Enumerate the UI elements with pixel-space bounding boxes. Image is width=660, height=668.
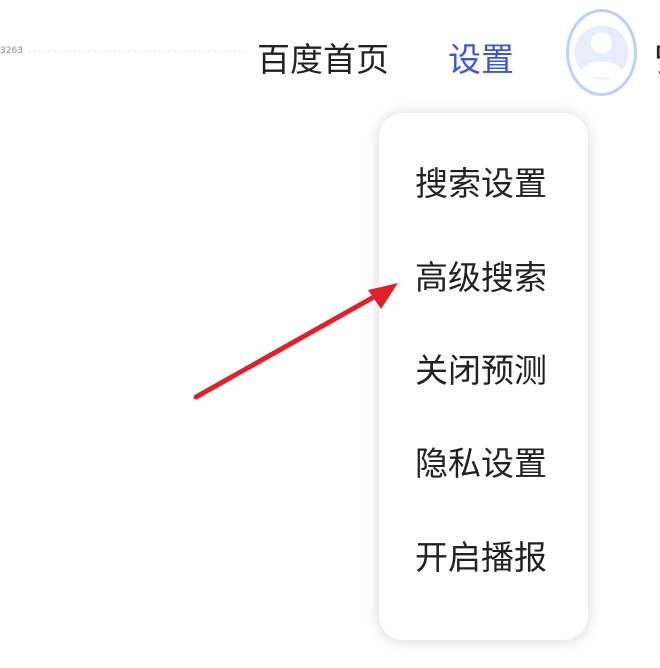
red-arrow-pointer-icon <box>193 283 398 400</box>
